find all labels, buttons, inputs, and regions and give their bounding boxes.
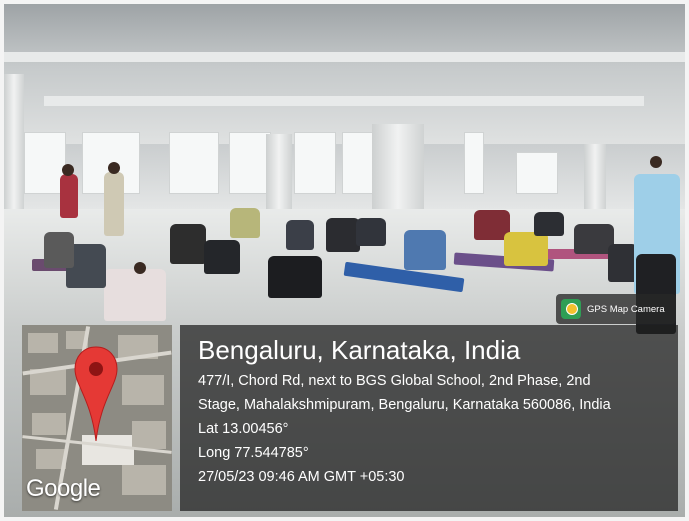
person (286, 220, 314, 250)
gps-map-camera-badge: GPS Map Camera (556, 294, 676, 324)
person (44, 232, 74, 268)
map-block (132, 421, 166, 449)
location-map-thumbnail: Google (22, 325, 172, 511)
address-line-1: 477/I, Chord Rd, next to BGS Global Scho… (198, 373, 591, 389)
person-head (62, 164, 74, 176)
timestamp: 27/05/23 09:46 AM GMT +05:30 (198, 469, 405, 485)
ceiling-beam (4, 52, 685, 62)
person-head (108, 162, 120, 174)
person (504, 232, 548, 266)
latitude: Lat 13.00456° (198, 421, 289, 437)
window (169, 132, 219, 194)
photo-frame: GPS Map Camera Google Bengaluru, Karnata… (0, 0, 689, 521)
map-block (122, 465, 166, 495)
person (534, 212, 564, 236)
person (326, 218, 360, 252)
google-logo: Google (26, 475, 101, 502)
gps-map-camera-label: GPS Map Camera (587, 303, 665, 315)
person (230, 208, 260, 238)
ceiling (4, 4, 685, 144)
gps-map-camera-icon (561, 299, 581, 319)
address-line-2: Stage, Mahalakshmipuram, Bengaluru, Karn… (198, 397, 611, 413)
window (229, 132, 271, 194)
person (356, 218, 386, 246)
person (268, 256, 322, 298)
window (464, 132, 484, 194)
window (516, 152, 558, 194)
map-block (28, 333, 58, 353)
person (204, 240, 240, 274)
map-block (122, 375, 164, 405)
person (104, 172, 124, 236)
ceiling-beam (44, 96, 644, 106)
person (60, 174, 78, 218)
location-info-panel: Bengaluru, Karnataka, India 477/I, Chord… (180, 325, 678, 511)
window (294, 132, 336, 194)
person (170, 224, 206, 264)
location-title: Bengaluru, Karnataka, India (198, 335, 521, 365)
person (404, 230, 446, 270)
person (104, 269, 166, 321)
longitude: Long 77.544785° (198, 445, 309, 461)
instructor-head (650, 156, 662, 168)
person-head (134, 262, 146, 274)
map-pin-icon (74, 346, 118, 442)
map-block (32, 413, 66, 435)
